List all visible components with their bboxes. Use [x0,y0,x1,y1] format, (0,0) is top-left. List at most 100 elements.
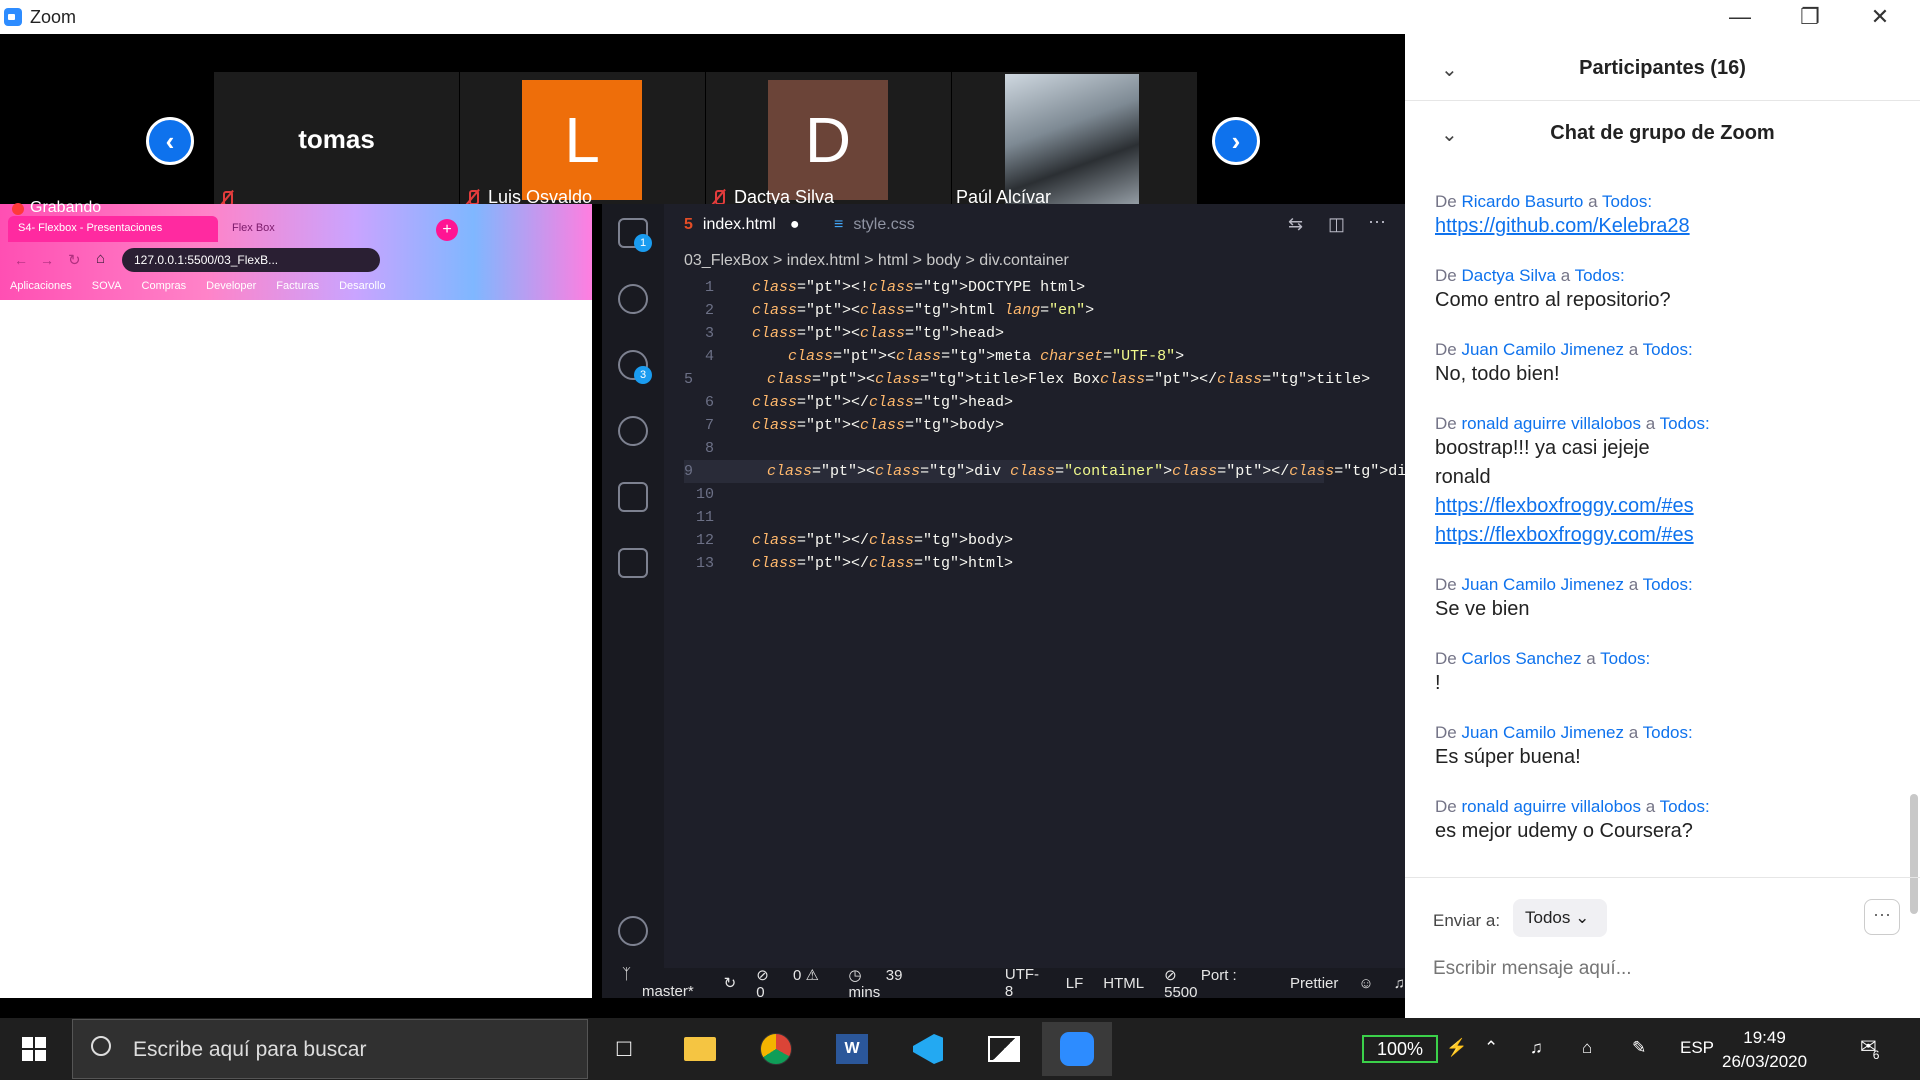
minimize-button[interactable]: — [1705,0,1775,34]
sender-name[interactable]: Juan Camilo Jimenez [1461,723,1624,742]
run-debug-icon[interactable] [618,482,648,512]
git-graph-icon[interactable] [618,416,648,446]
notifications-bell-icon[interactable]: ♫ [1394,975,1405,992]
chat-message-input[interactable] [1433,958,1873,980]
back-icon[interactable]: ← [14,252,28,268]
participant-tile[interactable]: tomas [214,72,459,210]
bookmark-item[interactable]: Desarollo [339,280,385,292]
chrome-icon[interactable] [752,1026,800,1072]
breadcrumb-item[interactable]: index.html [787,252,860,269]
participant-tile[interactable]: L Luis Osvaldo [460,72,705,210]
zoom-app-icon[interactable] [1042,1022,1112,1076]
encoding-status[interactable]: UTF-8 [1005,966,1046,1000]
tab-style-css[interactable]: ≡ style.css [834,216,915,234]
participant-tile[interactable]: D Dactya Silva [706,72,951,210]
message-link[interactable]: https://flexboxfroggy.com/#es [1435,492,1895,521]
reload-icon[interactable]: ↻ [68,251,81,269]
participants-section-header[interactable]: ⌄ Participantes (16) [1405,37,1920,101]
settings-gear-icon[interactable] [618,916,648,946]
vscode-icon[interactable] [904,1026,952,1072]
recipient-name: Todos: [1642,723,1693,742]
formatter-status[interactable]: Prettier [1290,975,1338,992]
home-icon[interactable]: ⌂ [96,250,105,267]
sync-icon[interactable]: ↻ [724,974,737,992]
branch-label: master* [642,983,694,1000]
browser-tab[interactable]: Flex Box [222,216,422,242]
message-header: De Juan Camilo Jimenez a Todos: [1435,575,1895,595]
wifi-icon[interactable]: ⌂ [1582,1038,1592,1058]
port-status[interactable]: ⊘ Port : 5500 [1164,966,1270,1001]
sender-name[interactable]: ronald aguirre villalobos [1461,414,1641,433]
more-options-button[interactable]: ⋯ [1864,899,1900,935]
participant-tile[interactable]: Paúl Alcívar [952,72,1197,210]
bookmark-item[interactable]: Developer [206,280,256,292]
breadcrumb-item[interactable]: div.container [979,252,1069,269]
new-tab-button[interactable]: + [436,219,458,241]
next-page-button[interactable]: › [1212,117,1260,165]
bookmark-item[interactable]: Aplicaciones [10,280,72,292]
restore-button[interactable]: ❐ [1775,0,1845,34]
recipient-name: Todos: [1659,797,1710,816]
sender-name[interactable]: Juan Camilo Jimenez [1461,340,1624,359]
message-text: boostrap!!! ya casi jejeje [1435,437,1650,459]
notification-center-icon[interactable]: ✉6 [1860,1034,1883,1062]
message-link[interactable]: https://flexboxfroggy.com/#es [1435,521,1895,550]
bookmark-item[interactable]: Compras [142,280,187,292]
extensions-icon[interactable] [618,548,648,578]
breadcrumb-item[interactable]: body [926,252,961,269]
bookmark-item[interactable]: Facturas [276,280,319,292]
search-icon[interactable] [618,284,648,314]
windows-start-icon[interactable] [22,1037,46,1061]
taskbar-clock[interactable]: 19:49 26/03/2020 [1722,1026,1807,1074]
previous-page-button[interactable]: ‹ [146,117,194,165]
problems-status[interactable]: ⊘ 0 ⚠ 0 [756,966,828,1001]
power-plug-icon[interactable]: ⚡ [1446,1038,1467,1058]
forward-icon[interactable]: → [40,252,54,268]
show-hidden-icons-icon[interactable]: ⌃ [1484,1038,1498,1058]
line-code: class="pt"><class="tg">meta charset="UTF… [788,348,1185,365]
sender-name[interactable]: ronald aguirre villalobos [1461,797,1641,816]
line-code: class="pt"></class="tg">head> [752,394,1014,411]
message-link[interactable]: https://github.com/Kelebra28 [1435,212,1895,241]
split-editor-icon[interactable]: ◫ [1328,214,1345,235]
send-to-dropdown[interactable]: Todos ⌄ [1513,899,1607,937]
pen-icon[interactable]: ✎ [1632,1038,1646,1058]
microphone-icon[interactable]: ♫ [1530,1038,1543,1058]
more-actions-icon[interactable]: ⋯ [1368,212,1386,233]
bookmark-item[interactable]: SOVA [92,280,122,292]
close-button[interactable]: ✕ [1845,0,1915,34]
task-view-icon[interactable]: □ [600,1026,648,1072]
feedback-icon[interactable]: ☺ [1358,975,1373,992]
tab-index-html[interactable]: 5 index.html ● [684,216,800,234]
line-number: 3 [704,325,714,342]
shared-browser-window: S4- Flexbox - Presentaciones Flex Box + … [0,204,592,998]
sender-name[interactable]: Dactya Silva [1461,266,1555,285]
code-line: 9 class="pt"><class="tg">div class="cont… [684,460,1424,483]
word-icon[interactable]: W [828,1026,876,1072]
chat-message: De Carlos Sanchez a Todos:! [1435,649,1895,698]
language-status[interactable]: HTML [1103,975,1144,992]
search-placeholder: Escribe aquí para buscar [133,1038,367,1061]
photos-icon[interactable] [980,1026,1028,1072]
address-bar[interactable]: 127.0.0.1:5500/03_FlexB... [122,248,380,272]
chat-section-header[interactable]: ⌄ Chat de grupo de Zoom [1405,102,1920,166]
sender-name[interactable]: Ricardo Basurto [1461,192,1583,211]
branch-status[interactable]: ᛉ master* [622,966,704,1000]
recording-indicator: Grabando [11,199,102,216]
from-label: De [1435,649,1457,668]
breadcrumb-item[interactable]: html [878,252,908,269]
taskbar-search[interactable]: Escribe aquí para buscar [72,1019,588,1079]
input-language[interactable]: ESP [1680,1038,1714,1058]
battery-indicator[interactable]: 100% [1362,1035,1438,1063]
browser-tab[interactable]: S4- Flexbox - Presentaciones [8,216,218,242]
file-explorer-icon[interactable] [676,1026,724,1072]
code-editor[interactable]: 1 class="pt"><!class="tg">DOCTYPE html> 2 c… [684,276,1424,575]
compare-icon[interactable]: ⇆ [1288,214,1303,235]
breadcrumb-item[interactable]: 03_FlexBox [684,252,769,269]
message-header: De Carlos Sanchez a Todos: [1435,649,1895,669]
sender-name[interactable]: Juan Camilo Jimenez [1461,575,1624,594]
time-status[interactable]: ◷ 39 mins [849,966,935,1001]
to-label: a [1628,723,1639,742]
sender-name[interactable]: Carlos Sanchez [1461,649,1581,668]
eol-status[interactable]: LF [1066,975,1084,992]
